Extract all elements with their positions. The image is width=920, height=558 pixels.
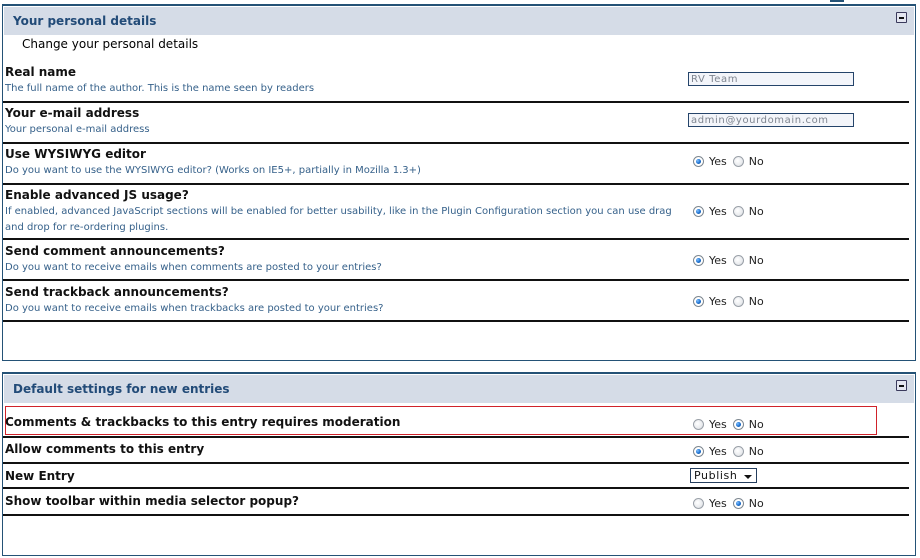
row-label: Enable advanced JS usage? bbox=[5, 188, 189, 202]
row-label: Use WYSIWYG editor bbox=[5, 147, 146, 161]
no-radio[interactable] bbox=[732, 498, 744, 509]
row-label: Your e-mail address bbox=[5, 106, 140, 120]
row-label: Show toolbar within media selector popup… bbox=[5, 494, 299, 508]
setting-row-trackback-announcements: Send trackback announcements? Do you wan… bbox=[3, 281, 909, 322]
yes-radio[interactable] bbox=[693, 498, 704, 509]
yes-radio[interactable] bbox=[693, 206, 704, 217]
yes-radio[interactable] bbox=[693, 446, 704, 457]
moderation-radio-group: Yes No bbox=[693, 418, 770, 431]
collapse-icon[interactable] bbox=[896, 380, 907, 391]
yes-label: Yes bbox=[709, 445, 727, 458]
new-entry-status-select[interactable]: Publish bbox=[690, 468, 757, 483]
select-value: Publish bbox=[694, 469, 738, 482]
yes-radio[interactable] bbox=[693, 296, 704, 307]
advanced-js-radio-group: Yes No bbox=[693, 205, 770, 218]
real-name-input[interactable] bbox=[688, 72, 854, 86]
panel-header: Your personal details bbox=[4, 7, 914, 35]
no-radio[interactable] bbox=[732, 446, 744, 457]
setting-row-new-entry: New Entry bbox=[3, 464, 909, 489]
yes-radio[interactable] bbox=[693, 419, 704, 430]
no-label: No bbox=[748, 205, 764, 218]
no-label: No bbox=[748, 155, 764, 168]
row-description: If enabled, advanced JavaScript sections… bbox=[5, 206, 672, 233]
yes-radio[interactable] bbox=[693, 156, 704, 167]
no-radio[interactable] bbox=[732, 156, 744, 167]
panel-title: Your personal details bbox=[13, 14, 157, 28]
yes-label: Yes bbox=[709, 205, 727, 218]
chevron-down-icon bbox=[744, 475, 752, 479]
row-label: Comments & trackbacks to this entry requ… bbox=[5, 415, 401, 429]
yes-label: Yes bbox=[709, 155, 727, 168]
panel-title: Default settings for new entries bbox=[13, 382, 230, 396]
no-label: No bbox=[748, 295, 764, 308]
comment-announcements-radio-group: Yes No bbox=[693, 254, 770, 267]
no-radio[interactable] bbox=[732, 206, 744, 217]
setting-row-email: Your e-mail address Your personal e-mail… bbox=[3, 103, 909, 144]
collapse-icon[interactable] bbox=[896, 12, 907, 23]
row-description: Your personal e-mail address bbox=[5, 124, 150, 135]
setting-row-allow-comments: Allow comments to this entry Yes No bbox=[3, 436, 909, 464]
allow-comments-radio-group: Yes No bbox=[693, 445, 770, 458]
yes-label: Yes bbox=[709, 418, 727, 431]
row-description: Do you want to receive emails when comme… bbox=[5, 262, 382, 273]
panel-header: Default settings for new entries bbox=[4, 375, 914, 403]
yes-label: Yes bbox=[709, 497, 727, 510]
wysiwyg-radio-group: Yes No bbox=[693, 155, 770, 168]
setting-row-comment-announcements: Send comment announcements? Do you want … bbox=[3, 240, 909, 281]
setting-row-media-toolbar: Show toolbar within media selector popup… bbox=[3, 489, 909, 516]
no-radio[interactable] bbox=[732, 296, 744, 307]
row-label: Allow comments to this entry bbox=[5, 442, 205, 456]
row-label: Send trackback announcements? bbox=[5, 285, 229, 299]
no-label: No bbox=[748, 418, 764, 431]
row-description: Do you want to use the WYSIWYG editor? (… bbox=[5, 165, 421, 176]
yes-radio[interactable] bbox=[693, 255, 704, 266]
media-toolbar-radio-group: Yes No bbox=[693, 497, 770, 510]
no-radio[interactable] bbox=[732, 255, 744, 266]
setting-row-wysiwyg: Use WYSIWYG editor Do you want to use th… bbox=[3, 144, 909, 185]
yes-label: Yes bbox=[709, 254, 727, 267]
no-label: No bbox=[748, 254, 764, 267]
section-subtitle: Change your personal details bbox=[22, 37, 199, 51]
no-label: No bbox=[748, 497, 764, 510]
setting-row-moderation: Comments & trackbacks to this entry requ… bbox=[3, 408, 909, 436]
no-radio[interactable] bbox=[732, 419, 744, 430]
setting-row-real-name: Real name The full name of the author. T… bbox=[3, 61, 909, 103]
top-edge-fragment bbox=[830, 0, 844, 2]
yes-label: Yes bbox=[709, 295, 727, 308]
no-label: No bbox=[748, 445, 764, 458]
email-input[interactable] bbox=[688, 113, 854, 127]
row-description: Do you want to receive emails when track… bbox=[5, 303, 384, 314]
row-label: New Entry bbox=[5, 469, 75, 483]
row-label: Real name bbox=[5, 65, 77, 79]
setting-row-advanced-js: Enable advanced JS usage? If enabled, ad… bbox=[3, 185, 909, 240]
row-description: The full name of the author. This is the… bbox=[5, 83, 315, 94]
trackback-announcements-radio-group: Yes No bbox=[693, 295, 770, 308]
row-label: Send comment announcements? bbox=[5, 244, 225, 258]
